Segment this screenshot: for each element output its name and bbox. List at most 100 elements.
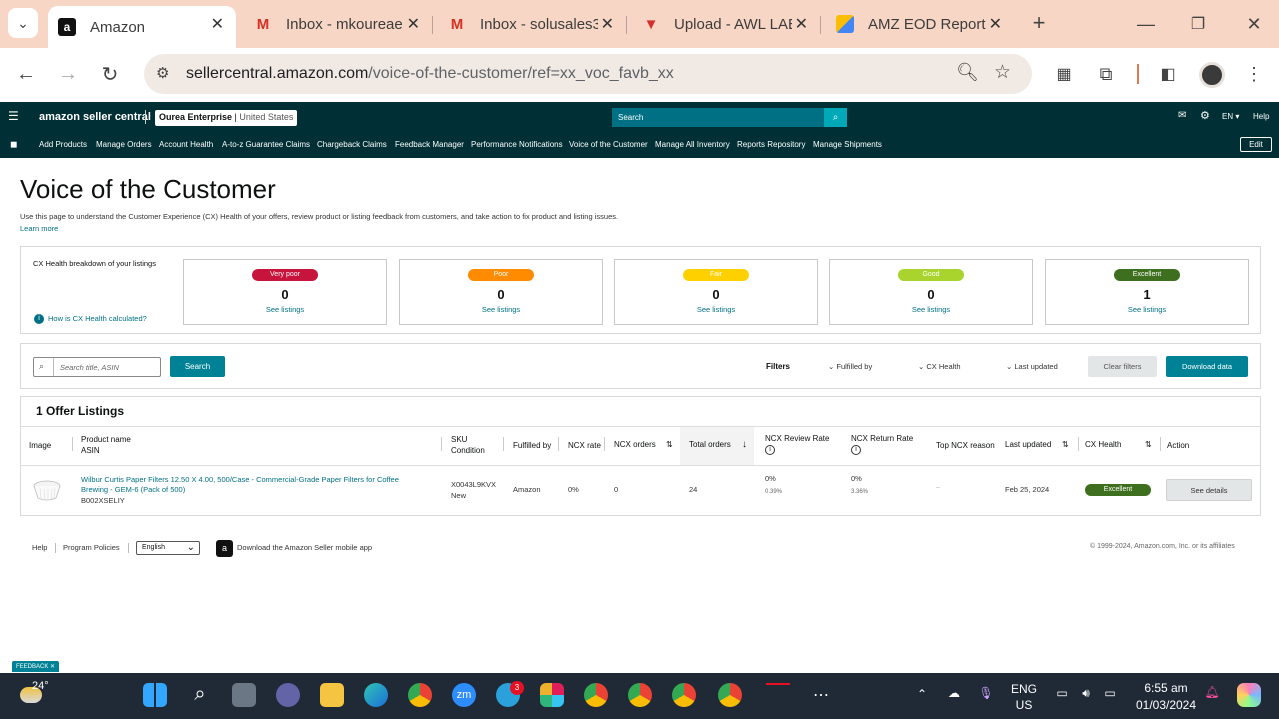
tray-expand-icon[interactable]: ⌃: [912, 687, 932, 701]
footer-help-link[interactable]: Help: [32, 543, 47, 552]
zoom-app-icon[interactable]: zm: [452, 683, 476, 707]
side-panel-icon[interactable]: ◧: [1156, 62, 1180, 86]
language-select[interactable]: English ⌄: [136, 541, 200, 555]
product-title-link[interactable]: Wilbur Curtis Paper Filters 12.50 X 4.00…: [81, 475, 399, 484]
seller-search-input[interactable]: Search: [612, 108, 824, 127]
nav-reports-repository[interactable]: Reports Repository: [737, 140, 805, 149]
restore-icon[interactable]: ❐: [1184, 10, 1212, 38]
close-tab-icon[interactable]: ✕: [989, 14, 1002, 34]
start-windows-icon[interactable]: [143, 683, 167, 707]
tab-amazon[interactable]: a Amazon ✕: [48, 6, 236, 48]
hamburger-menu-icon[interactable]: ☰: [8, 109, 19, 123]
close-tab-icon[interactable]: ✕: [211, 14, 224, 34]
nav-manage-inventory[interactable]: Manage All Inventory: [655, 140, 730, 149]
nav-voice-of-customer[interactable]: Voice of the Customer: [569, 140, 648, 149]
program-policies-link[interactable]: Program Policies: [63, 543, 120, 552]
pinned-app-icon[interactable]: [766, 683, 790, 697]
bookmark-icon[interactable]: ◼: [10, 139, 17, 150]
store-selector[interactable]: Ourea Enterprise | United States: [155, 110, 298, 126]
col-ncx-orders[interactable]: NCX orders: [614, 440, 656, 449]
nav-manage-orders[interactable]: Manage Orders: [96, 140, 152, 149]
clock-time[interactable]: 6:55 am: [1130, 681, 1202, 695]
new-tab-icon[interactable]: +: [1026, 10, 1052, 36]
sort-desc-icon[interactable]: ↓: [742, 439, 747, 450]
nav-feedback-manager[interactable]: Feedback Manager: [395, 140, 464, 149]
close-tab-icon[interactable]: ✕: [795, 14, 808, 34]
clear-filters-button[interactable]: Clear filters: [1088, 356, 1157, 377]
battery-icon[interactable]: ▭: [1100, 686, 1120, 700]
address-bar[interactable]: ⚙ sellercentral.amazon.com/voice-of-the-…: [144, 54, 1032, 94]
col-cx-health[interactable]: CX Health: [1085, 440, 1121, 449]
file-explorer-icon[interactable]: [320, 683, 344, 707]
edge-icon[interactable]: [364, 683, 388, 707]
see-listings-link[interactable]: See listings: [184, 305, 386, 314]
tab-inbox-2[interactable]: M Inbox - solusales3 ✕: [438, 6, 626, 42]
how-calculated-link[interactable]: How is CX Health calculated?: [48, 314, 147, 323]
search-icon[interactable]: ⌕: [824, 108, 847, 127]
help-link[interactable]: Help: [1253, 112, 1269, 121]
volume-icon[interactable]: 🔊︎: [1076, 686, 1096, 701]
nav-account-health[interactable]: Account Health: [159, 140, 213, 149]
back-icon[interactable]: ←: [12, 60, 40, 88]
sort-icon[interactable]: ⇅: [1062, 440, 1069, 449]
menu-kebab-icon[interactable]: ⋮: [1242, 62, 1266, 86]
microphone-icon[interactable]: 🎙︎: [976, 686, 996, 700]
chrome-profile-icon-4[interactable]: [718, 683, 742, 707]
fulfilled-by-dropdown[interactable]: ⌄ Fulfilled by: [828, 362, 872, 371]
product-image[interactable]: [32, 479, 62, 501]
reload-icon[interactable]: ↻: [96, 60, 124, 88]
forward-icon[interactable]: →: [54, 60, 82, 88]
see-listings-link[interactable]: See listings: [1046, 305, 1248, 314]
see-details-button[interactable]: See details: [1166, 479, 1252, 501]
nav-a-to-z-claims[interactable]: A-to-z Guarantee Claims: [222, 140, 310, 149]
see-listings-link[interactable]: See listings: [400, 305, 602, 314]
tab-upload[interactable]: ▼ Upload - AWL LAB ✕: [632, 6, 820, 42]
nav-manage-shipments[interactable]: Manage Shipments: [813, 140, 882, 149]
search-button[interactable]: Search: [170, 356, 225, 377]
bookmark-star-icon[interactable]: ☆: [994, 61, 1011, 84]
taskbar-search-icon[interactable]: ⌕: [187, 683, 213, 706]
profile-avatar[interactable]: [1199, 62, 1225, 88]
chrome-profile-icon-2[interactable]: [628, 683, 652, 707]
cx-health-dropdown[interactable]: ⌄ CX Health: [918, 362, 961, 371]
see-listings-link[interactable]: See listings: [830, 305, 1032, 314]
close-tab-icon[interactable]: ✕: [407, 14, 420, 34]
col-last-updated[interactable]: Last updated: [1005, 440, 1051, 449]
col-product-name[interactable]: Product name: [81, 435, 131, 444]
tab-search-button[interactable]: ⌄: [8, 8, 38, 38]
settings-gear-icon[interactable]: ⚙: [1200, 109, 1210, 122]
more-apps-icon[interactable]: ⋯: [808, 685, 834, 705]
display-icon[interactable]: ▭: [1052, 686, 1072, 700]
feedback-tab[interactable]: FEEDBACK ✕: [12, 661, 60, 672]
qr-code-icon[interactable]: ▦: [1052, 62, 1076, 86]
copilot-icon[interactable]: [1237, 683, 1261, 707]
extensions-icon[interactable]: ⧉: [1094, 62, 1118, 86]
site-info-icon[interactable]: ⚙: [156, 64, 169, 82]
mail-icon[interactable]: ✉: [1178, 110, 1186, 121]
last-updated-dropdown[interactable]: ⌄ Last updated: [1006, 362, 1058, 371]
see-listings-link[interactable]: See listings: [615, 305, 817, 314]
search-listings-input[interactable]: ⌕ Search title, ASIN: [33, 357, 161, 377]
download-data-button[interactable]: Download data: [1166, 356, 1248, 377]
slack-icon[interactable]: [540, 683, 564, 707]
teams-chat-icon[interactable]: [276, 683, 300, 707]
nav-performance-notifications[interactable]: Performance Notifications: [471, 140, 563, 149]
nav-add-products[interactable]: Add Products: [39, 140, 87, 149]
clock-date[interactable]: 01/03/2024: [1130, 698, 1202, 712]
input-language-line1[interactable]: ENG: [1008, 682, 1040, 696]
download-app-link[interactable]: Download the Amazon Seller mobile app: [237, 543, 372, 552]
notifications-bell-icon[interactable]: 🔔︎: [1202, 685, 1222, 699]
language-selector[interactable]: EN ▾: [1222, 112, 1239, 121]
task-view-icon[interactable]: [232, 683, 256, 707]
nav-chargeback-claims[interactable]: Chargeback Claims: [317, 140, 387, 149]
sort-icon[interactable]: ⇅: [666, 440, 673, 449]
chrome-profile-icon-3[interactable]: [672, 683, 696, 707]
close-window-icon[interactable]: ✕: [1240, 10, 1268, 38]
edit-nav-button[interactable]: Edit: [1240, 137, 1272, 152]
learn-more-link[interactable]: Learn more: [20, 224, 58, 233]
sort-icon[interactable]: ⇅: [1145, 440, 1152, 449]
tab-eod-report[interactable]: AMZ EOD Report ✕: [826, 6, 1014, 42]
network-icon[interactable]: ☁: [944, 686, 964, 700]
product-title-link-line2[interactable]: Brewing - GEM-6 (Pack of 500): [81, 485, 185, 494]
chrome-profile-icon-1[interactable]: [584, 683, 608, 707]
